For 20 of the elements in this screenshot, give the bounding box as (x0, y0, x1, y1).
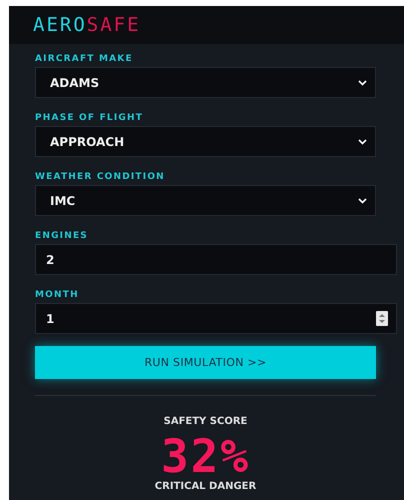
field-label: PHASE OF FLIGHT (35, 112, 144, 124)
verdict-text: CRITICAL DANGER (154, 481, 258, 493)
number-input-field[interactable]: 1 (35, 303, 397, 334)
field-label: WEATHER CONDITION (35, 171, 166, 183)
dropdown-field[interactable]: IMC (35, 185, 376, 216)
run-simulation-button[interactable]: RUN SIMULATION >> (35, 346, 376, 379)
field-label: MONTH (35, 289, 80, 301)
dropdown-field[interactable]: ADAMS (35, 67, 376, 98)
field-label: AIRCRAFT MAKE (35, 53, 134, 65)
dropdown-field[interactable]: APPROACH (35, 126, 376, 157)
chevron-down-icon (358, 80, 367, 86)
logo-text: AERO (33, 14, 87, 36)
logo-text: SAFE (86, 14, 141, 36)
input-field[interactable]: 2 (35, 244, 397, 275)
chevron-down-icon (358, 138, 367, 144)
field-label: ENGINES (35, 230, 89, 242)
chevron-down-icon (358, 198, 367, 204)
score-title: SAFETY SCORE (162, 416, 248, 427)
safety-score: 32% (160, 433, 250, 479)
spinner-icon[interactable] (376, 311, 388, 326)
